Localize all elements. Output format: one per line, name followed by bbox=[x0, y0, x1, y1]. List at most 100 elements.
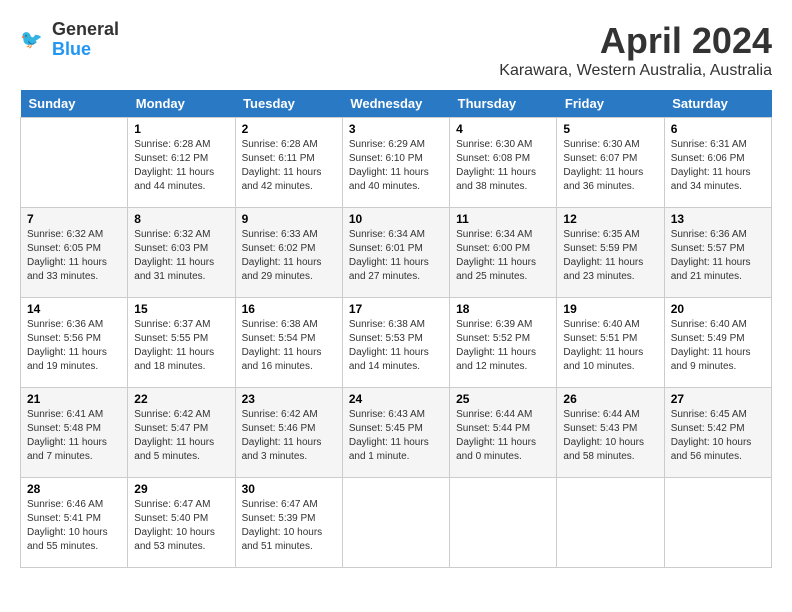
day-number: 18 bbox=[456, 302, 550, 316]
calendar-cell: 23 Sunrise: 6:42 AM Sunset: 5:46 PM Dayli… bbox=[235, 388, 342, 478]
calendar-cell: 17 Sunrise: 6:38 AM Sunset: 5:53 PM Dayli… bbox=[342, 298, 449, 388]
day-info: Sunrise: 6:29 AM Sunset: 6:10 PM Dayligh… bbox=[349, 138, 443, 194]
calendar-cell: 14 Sunrise: 6:36 AM Sunset: 5:56 PM Dayli… bbox=[21, 298, 128, 388]
day-info: Sunrise: 6:28 AM Sunset: 6:12 PM Dayligh… bbox=[134, 138, 228, 194]
day-number: 4 bbox=[456, 122, 550, 136]
calendar-cell: 20 Sunrise: 6:40 AM Sunset: 5:49 PM Dayli… bbox=[664, 298, 771, 388]
day-number: 15 bbox=[134, 302, 228, 316]
week-row-2: 7 Sunrise: 6:32 AM Sunset: 6:05 PM Daylig… bbox=[21, 208, 772, 298]
calendar-cell: 19 Sunrise: 6:40 AM Sunset: 5:51 PM Dayli… bbox=[557, 298, 664, 388]
calendar-cell bbox=[664, 478, 771, 568]
calendar-cell: 8 Sunrise: 6:32 AM Sunset: 6:03 PM Daylig… bbox=[128, 208, 235, 298]
calendar-cell: 11Sunrise: 6:34 AM Sunset: 6:00 PM Dayli… bbox=[450, 208, 557, 298]
day-number: 28 bbox=[27, 482, 121, 496]
day-number: 16 bbox=[242, 302, 336, 316]
calendar-cell: 10 Sunrise: 6:34 AM Sunset: 6:01 PM Dayli… bbox=[342, 208, 449, 298]
calendar-cell: 26Sunrise: 6:44 AM Sunset: 5:43 PM Dayli… bbox=[557, 388, 664, 478]
calendar-cell: 5Sunrise: 6:30 AM Sunset: 6:07 PM Daylig… bbox=[557, 118, 664, 208]
day-number: 17 bbox=[349, 302, 443, 316]
calendar-cell bbox=[450, 478, 557, 568]
page-header: 🐦 GeneralBlue April 2024 Karawara, Weste… bbox=[20, 20, 772, 80]
calendar-cell: 22 Sunrise: 6:42 AM Sunset: 5:47 PM Dayli… bbox=[128, 388, 235, 478]
day-number: 12 bbox=[563, 212, 657, 226]
logo-text: GeneralBlue bbox=[52, 20, 119, 60]
day-info: Sunrise: 6:31 AM Sunset: 6:06 PM Dayligh… bbox=[671, 138, 765, 194]
calendar-cell: 15 Sunrise: 6:37 AM Sunset: 5:55 PM Dayli… bbox=[128, 298, 235, 388]
calendar-cell: 4Sunrise: 6:30 AM Sunset: 6:08 PM Daylig… bbox=[450, 118, 557, 208]
day-info: Sunrise: 6:38 AM Sunset: 5:53 PM Dayligh… bbox=[349, 318, 443, 374]
day-info: Sunrise: 6:42 AM Sunset: 5:46 PM Dayligh… bbox=[242, 408, 336, 464]
day-info: Sunrise: 6:47 AM Sunset: 5:40 PM Dayligh… bbox=[134, 498, 228, 554]
day-number: 2 bbox=[242, 122, 336, 136]
day-info: Sunrise: 6:35 AM Sunset: 5:59 PM Dayligh… bbox=[563, 228, 657, 284]
calendar-table: SundayMondayTuesdayWednesdayThursdayFrid… bbox=[20, 90, 772, 568]
day-number: 27 bbox=[671, 392, 765, 406]
calendar-cell: 30 Sunrise: 6:47 AM Sunset: 5:39 PM Dayli… bbox=[235, 478, 342, 568]
calendar-cell: 13 Sunrise: 6:36 AM Sunset: 5:57 PM Dayli… bbox=[664, 208, 771, 298]
day-number: 24 bbox=[349, 392, 443, 406]
calendar-cell bbox=[342, 478, 449, 568]
day-number: 13 bbox=[671, 212, 765, 226]
day-info: Sunrise: 6:39 AM Sunset: 5:52 PM Dayligh… bbox=[456, 318, 550, 374]
day-number: 21 bbox=[27, 392, 121, 406]
day-number: 22 bbox=[134, 392, 228, 406]
location-subtitle: Karawara, Western Australia, Australia bbox=[499, 62, 772, 80]
day-info: Sunrise: 6:40 AM Sunset: 5:51 PM Dayligh… bbox=[563, 318, 657, 374]
logo-bird-icon: 🐦 bbox=[20, 26, 48, 54]
header-day-friday: Friday bbox=[557, 90, 664, 118]
day-info: Sunrise: 6:37 AM Sunset: 5:55 PM Dayligh… bbox=[134, 318, 228, 374]
calendar-cell: 27 Sunrise: 6:45 AM Sunset: 5:42 PM Dayli… bbox=[664, 388, 771, 478]
day-number: 19 bbox=[563, 302, 657, 316]
day-info: Sunrise: 6:44 AM Sunset: 5:44 PM Dayligh… bbox=[456, 408, 550, 464]
day-info: Sunrise: 6:32 AM Sunset: 6:05 PM Dayligh… bbox=[27, 228, 121, 284]
day-number: 7 bbox=[27, 212, 121, 226]
day-info: Sunrise: 6:34 AM Sunset: 6:01 PM Dayligh… bbox=[349, 228, 443, 284]
day-info: Sunrise: 6:47 AM Sunset: 5:39 PM Dayligh… bbox=[242, 498, 336, 554]
title-section: April 2024 Karawara, Western Australia, … bbox=[499, 20, 772, 80]
svg-text:🐦: 🐦 bbox=[20, 29, 43, 49]
logo: 🐦 GeneralBlue bbox=[20, 20, 119, 60]
calendar-cell: 12 Sunrise: 6:35 AM Sunset: 5:59 PM Dayli… bbox=[557, 208, 664, 298]
calendar-cell: 9Sunrise: 6:33 AM Sunset: 6:02 PM Daylig… bbox=[235, 208, 342, 298]
day-info: Sunrise: 6:28 AM Sunset: 6:11 PM Dayligh… bbox=[242, 138, 336, 194]
calendar-cell: 2 Sunrise: 6:28 AM Sunset: 6:11 PM Daylig… bbox=[235, 118, 342, 208]
day-info: Sunrise: 6:36 AM Sunset: 5:56 PM Dayligh… bbox=[27, 318, 121, 374]
day-info: Sunrise: 6:32 AM Sunset: 6:03 PM Dayligh… bbox=[134, 228, 228, 284]
day-info: Sunrise: 6:45 AM Sunset: 5:42 PM Dayligh… bbox=[671, 408, 765, 464]
day-number: 20 bbox=[671, 302, 765, 316]
calendar-cell: 29Sunrise: 6:47 AM Sunset: 5:40 PM Dayli… bbox=[128, 478, 235, 568]
calendar-cell: 6 Sunrise: 6:31 AM Sunset: 6:06 PM Daylig… bbox=[664, 118, 771, 208]
day-number: 10 bbox=[349, 212, 443, 226]
day-number: 25 bbox=[456, 392, 550, 406]
day-info: Sunrise: 6:40 AM Sunset: 5:49 PM Dayligh… bbox=[671, 318, 765, 374]
calendar-cell: 3Sunrise: 6:29 AM Sunset: 6:10 PM Daylig… bbox=[342, 118, 449, 208]
calendar-cell: 18 Sunrise: 6:39 AM Sunset: 5:52 PM Dayli… bbox=[450, 298, 557, 388]
month-year-title: April 2024 bbox=[499, 20, 772, 62]
header-day-sunday: Sunday bbox=[21, 90, 128, 118]
calendar-cell bbox=[21, 118, 128, 208]
day-number: 8 bbox=[134, 212, 228, 226]
week-row-1: 1Sunrise: 6:28 AM Sunset: 6:12 PM Daylig… bbox=[21, 118, 772, 208]
day-info: Sunrise: 6:36 AM Sunset: 5:57 PM Dayligh… bbox=[671, 228, 765, 284]
calendar-cell bbox=[557, 478, 664, 568]
day-info: Sunrise: 6:46 AM Sunset: 5:41 PM Dayligh… bbox=[27, 498, 121, 554]
day-info: Sunrise: 6:38 AM Sunset: 5:54 PM Dayligh… bbox=[242, 318, 336, 374]
calendar-cell: 16 Sunrise: 6:38 AM Sunset: 5:54 PM Dayli… bbox=[235, 298, 342, 388]
header-day-tuesday: Tuesday bbox=[235, 90, 342, 118]
calendar-cell: 1Sunrise: 6:28 AM Sunset: 6:12 PM Daylig… bbox=[128, 118, 235, 208]
day-number: 30 bbox=[242, 482, 336, 496]
calendar-cell: 24Sunrise: 6:43 AM Sunset: 5:45 PM Dayli… bbox=[342, 388, 449, 478]
day-number: 14 bbox=[27, 302, 121, 316]
day-number: 6 bbox=[671, 122, 765, 136]
header-day-thursday: Thursday bbox=[450, 90, 557, 118]
day-number: 23 bbox=[242, 392, 336, 406]
header-row: SundayMondayTuesdayWednesdayThursdayFrid… bbox=[21, 90, 772, 118]
header-day-wednesday: Wednesday bbox=[342, 90, 449, 118]
calendar-cell: 25 Sunrise: 6:44 AM Sunset: 5:44 PM Dayli… bbox=[450, 388, 557, 478]
day-number: 9 bbox=[242, 212, 336, 226]
day-info: Sunrise: 6:30 AM Sunset: 6:07 PM Dayligh… bbox=[563, 138, 657, 194]
day-info: Sunrise: 6:41 AM Sunset: 5:48 PM Dayligh… bbox=[27, 408, 121, 464]
day-info: Sunrise: 6:42 AM Sunset: 5:47 PM Dayligh… bbox=[134, 408, 228, 464]
header-day-saturday: Saturday bbox=[664, 90, 771, 118]
day-number: 26 bbox=[563, 392, 657, 406]
